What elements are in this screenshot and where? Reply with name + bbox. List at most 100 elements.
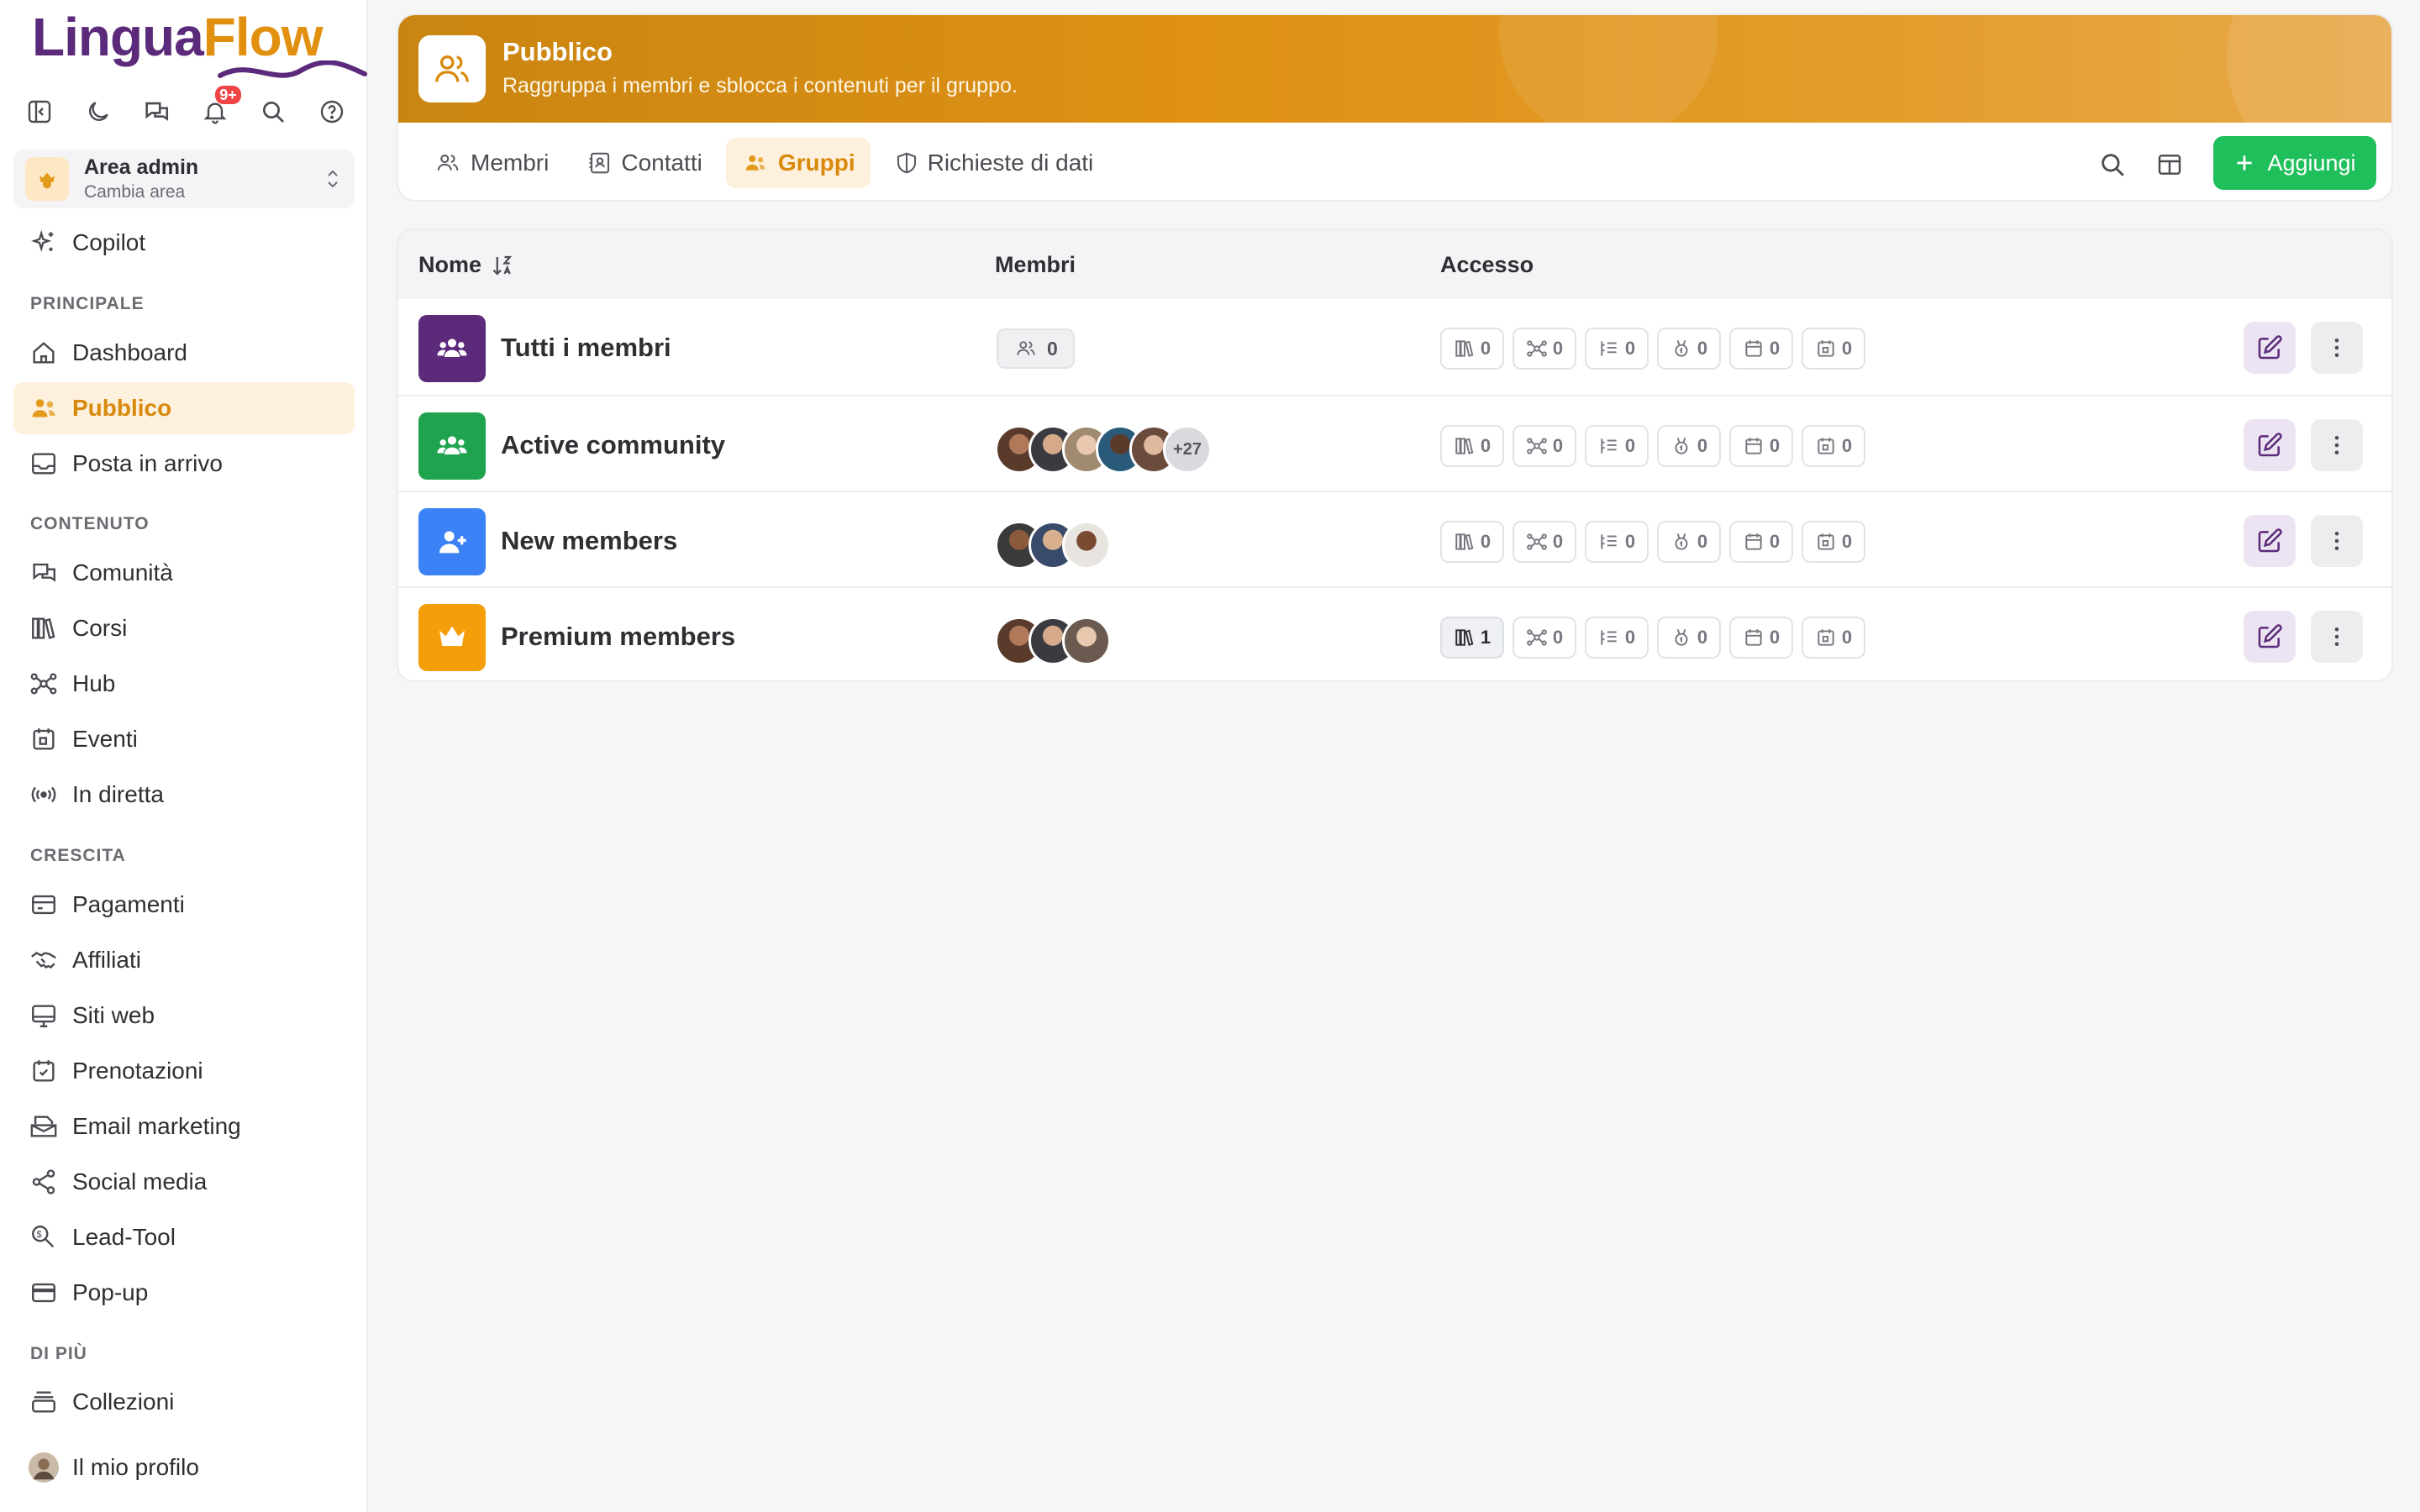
notifications-bell-icon[interactable]: 9+ (197, 86, 241, 129)
section-label-di-piu: DI PIÙ (30, 1344, 87, 1363)
sidebar-item-email[interactable]: Email marketing (13, 1100, 355, 1152)
group-name[interactable]: Tutti i membri (501, 333, 671, 363)
chat-icon[interactable] (139, 94, 174, 129)
sidebar-item-lead[interactable]: $ Lead-Tool (13, 1211, 355, 1263)
column-header-nome[interactable]: Nome (418, 252, 515, 278)
calendar-icon (1745, 533, 1762, 550)
sidebar-item-hub[interactable]: Hub (13, 658, 355, 710)
access-events: 0 (1802, 617, 1865, 659)
credit-card-icon (27, 888, 60, 921)
svg-text:$: $ (37, 1230, 43, 1240)
section-label-principale: PRINCIPALE (30, 294, 145, 313)
group-name[interactable]: Active community (501, 430, 725, 460)
sparkles-icon (27, 226, 60, 260)
edit-button[interactable] (2244, 322, 2296, 374)
access-hubs: 0 (1512, 521, 1576, 563)
calendar-event-icon (27, 722, 60, 756)
columns-layout-icon[interactable] (2153, 148, 2186, 181)
table-row[interactable]: Tutti i membri 0 0 0 0 0 0 0 (398, 299, 2391, 395)
email-marketing-icon (27, 1110, 60, 1143)
edit-button[interactable] (2244, 611, 2296, 663)
sidebar-item-social[interactable]: Social media (13, 1156, 355, 1208)
users-group-icon (741, 150, 770, 176)
chat-bubbles-icon (27, 556, 60, 590)
table-row[interactable]: Active community +27 0 0 0 0 0 0 (398, 395, 2391, 491)
access-calendars: 0 (1729, 617, 1793, 659)
hub-icon (1527, 438, 1547, 454)
table-row[interactable]: Premium members 1 0 0 0 0 0 (398, 586, 2391, 680)
access-courses: 0 (1440, 425, 1504, 467)
access-badges: 1 0 0 0 0 0 (1440, 617, 1865, 659)
search-icon[interactable] (2096, 148, 2129, 181)
edit-button[interactable] (2244, 515, 2296, 567)
access-hubs: 0 (1512, 328, 1576, 370)
calendar-icon (1745, 340, 1762, 357)
hub-icon (1527, 533, 1547, 550)
shield-icon (894, 150, 919, 176)
logo-swoosh-icon (218, 60, 367, 78)
sidebar-item-comunita[interactable]: Comunità (13, 547, 355, 599)
sidebar-item-copilot[interactable]: Copilot (13, 217, 355, 269)
tab-gruppi[interactable]: Gruppi (725, 138, 871, 188)
sidebar-item-corsi[interactable]: Corsi (13, 602, 355, 654)
access-lists: 0 (1585, 617, 1649, 659)
tab-richieste[interactable]: Richieste di dati (879, 138, 1109, 188)
hub-icon (27, 667, 60, 701)
access-lists: 0 (1585, 521, 1649, 563)
sidebar-item-pagamenti[interactable]: Pagamenti (13, 879, 355, 931)
sidebar-item-popup[interactable]: Pop-up (13, 1267, 355, 1319)
sidebar-item-affiliati[interactable]: Affiliati (13, 934, 355, 986)
users-group-icon (418, 412, 486, 480)
list-icon (1601, 534, 1617, 549)
profile-avatar (27, 1451, 60, 1484)
area-subtitle: Cambia area (84, 182, 186, 202)
area-switcher[interactable]: Area admin Cambia area (13, 150, 355, 208)
edit-pencil-icon (2258, 528, 2282, 553)
app-logo[interactable]: LinguaFlow (32, 5, 367, 81)
sidebar-item-siti[interactable]: Siti web (13, 990, 355, 1042)
sidebar-item-collezioni[interactable]: Collezioni (13, 1376, 355, 1428)
help-icon[interactable] (314, 94, 350, 129)
sidebar: LinguaFlow 9+ Area admin Cambia area Cop… (0, 0, 368, 1512)
dark-mode-icon[interactable] (81, 94, 116, 129)
event-icon (1818, 533, 1834, 550)
more-options-button[interactable] (2311, 419, 2363, 471)
more-options-button[interactable] (2311, 515, 2363, 567)
sidebar-item-prenotazioni[interactable]: Prenotazioni (13, 1045, 355, 1097)
table-row[interactable]: New members 0 0 0 0 0 0 (398, 491, 2391, 586)
access-events: 0 (1802, 425, 1865, 467)
access-badges-item: 0 (1657, 328, 1721, 370)
page-subtitle: Raggruppa i membri e sblocca i contenuti… (502, 74, 1018, 97)
group-name[interactable]: New members (501, 526, 677, 556)
page-header-card: Pubblico Raggruppa i membri e sblocca i … (397, 13, 2393, 202)
calendar-icon (1745, 629, 1762, 646)
courses-icon (1455, 533, 1474, 550)
more-options-button[interactable] (2311, 322, 2363, 374)
collapse-sidebar-icon[interactable] (22, 94, 57, 129)
sidebar-item-pubblico[interactable]: Pubblico (13, 382, 355, 434)
share-icon (27, 1165, 60, 1199)
column-header-accesso: Accesso (1440, 252, 1534, 277)
access-courses: 0 (1440, 521, 1504, 563)
sidebar-item-posta[interactable]: Posta in arrivo (13, 438, 355, 490)
list-icon (1601, 630, 1617, 645)
window-icon (27, 1276, 60, 1310)
more-members-badge[interactable]: +27 (1163, 425, 1212, 474)
sidebar-item-eventi[interactable]: Eventi (13, 713, 355, 765)
access-hubs: 0 (1512, 425, 1576, 467)
tab-contatti[interactable]: Contatti (572, 138, 718, 188)
sidebar-item-dashboard[interactable]: Dashboard (13, 327, 355, 379)
edit-button[interactable] (2244, 419, 2296, 471)
courses-icon (1455, 438, 1474, 454)
dots-vertical-icon (2334, 436, 2339, 454)
sidebar-item-profilo[interactable]: Il mio profilo (13, 1441, 355, 1494)
sidebar-item-diretta[interactable]: In diretta (13, 769, 355, 821)
group-name[interactable]: Premium members (501, 622, 735, 652)
access-badges-item: 0 (1657, 617, 1721, 659)
row-actions (2244, 611, 2363, 663)
sidebar-toolbar: 9+ (22, 86, 350, 129)
more-options-button[interactable] (2311, 611, 2363, 663)
add-button[interactable]: Aggiungi (2213, 136, 2376, 190)
search-icon[interactable] (255, 94, 291, 129)
tab-membri[interactable]: Membri (418, 138, 564, 188)
